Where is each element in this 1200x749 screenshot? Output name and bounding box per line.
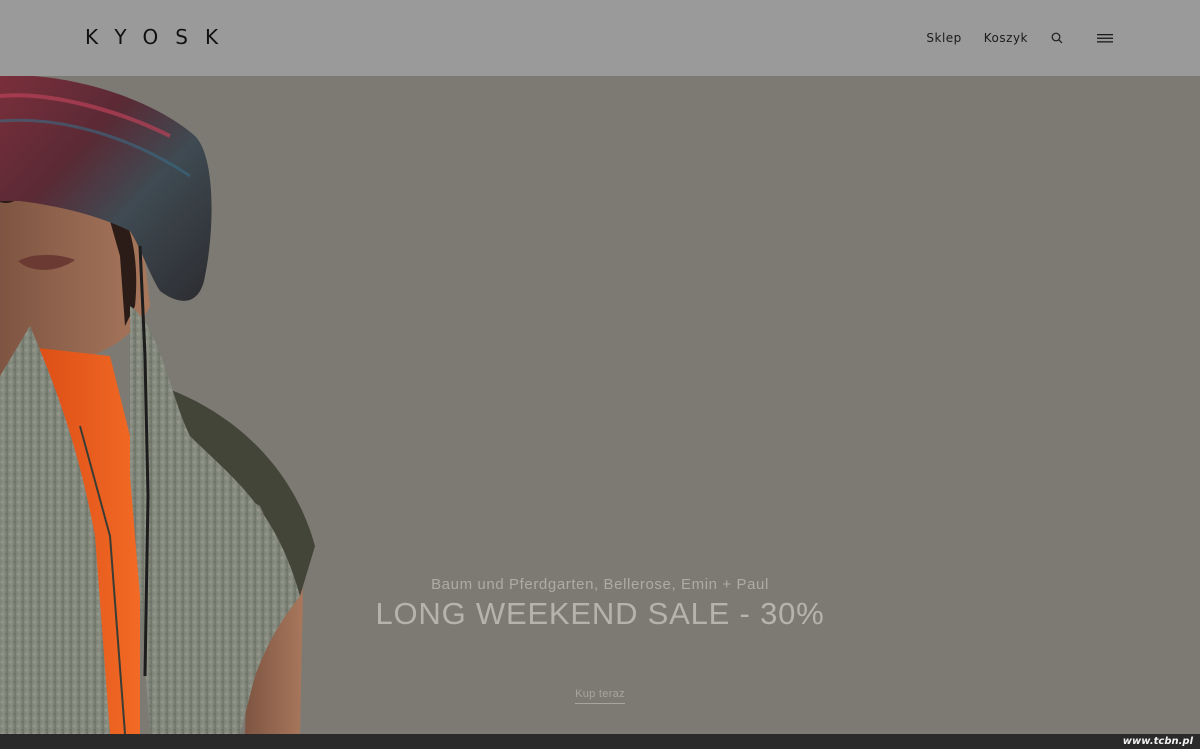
buy-now-link[interactable]: Kup teraz bbox=[575, 688, 625, 704]
page: KYOSK Sklep Koszyk Baum und Pferdgarten,… bbox=[0, 0, 1200, 749]
site-logo[interactable]: KYOSK bbox=[85, 25, 235, 49]
nav-link-cart[interactable]: Koszyk bbox=[984, 28, 1028, 48]
hamburger-menu-icon[interactable] bbox=[1096, 31, 1114, 45]
main-nav: Sklep Koszyk bbox=[926, 28, 1114, 48]
hero-subtitle: Baum und Pferdgarten, Bellerose, Emin + … bbox=[431, 576, 769, 593]
watermark-text: www.tcbn.pl bbox=[1122, 736, 1193, 747]
hero-banner[interactable]: Baum und Pferdgarten, Bellerose, Emin + … bbox=[0, 76, 1200, 734]
footer-strip: www.tcbn.pl bbox=[0, 734, 1200, 749]
hero-title: LONG WEEKEND SALE - 30% bbox=[375, 596, 825, 631]
site-header: KYOSK Sklep Koszyk bbox=[0, 0, 1200, 76]
hamburger-menu-glyph bbox=[1097, 33, 1113, 42]
search-icon-glyph bbox=[1051, 32, 1063, 44]
search-icon[interactable] bbox=[1050, 31, 1064, 45]
hero-cta-container: Kup teraz bbox=[0, 682, 1200, 704]
nav-link-shop[interactable]: Sklep bbox=[926, 28, 961, 48]
hero-model-image bbox=[0, 76, 315, 734]
